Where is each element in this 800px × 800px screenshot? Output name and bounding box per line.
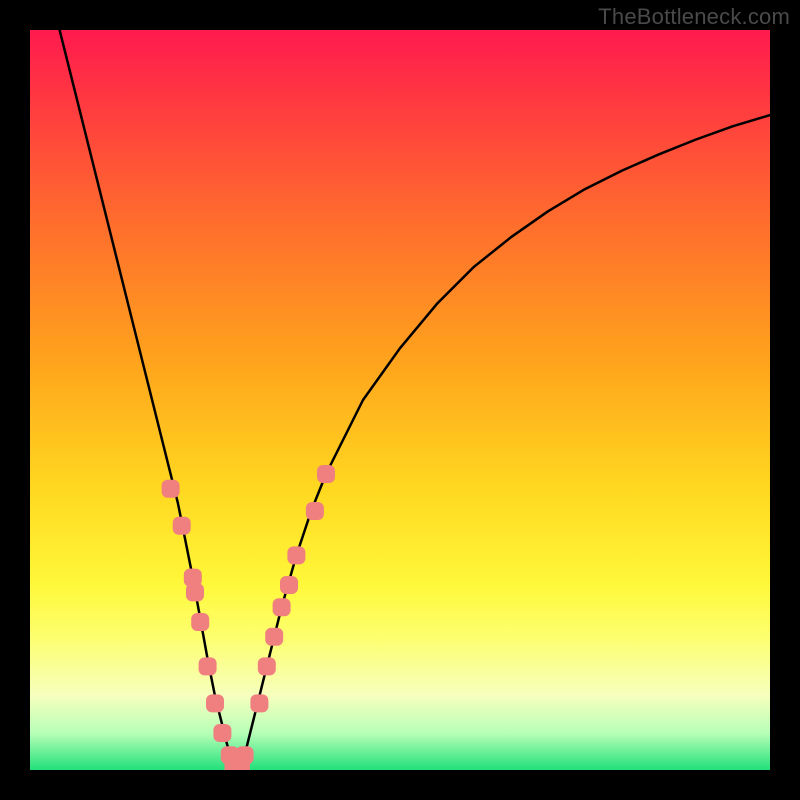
outer-frame: TheBottleneck.com [0,0,800,800]
marker-point [206,694,224,712]
marker-point [186,583,204,601]
marker-point [273,598,291,616]
marker-point [265,628,283,646]
marker-point [213,724,231,742]
marker-point [287,546,305,564]
marker-point [258,657,276,675]
marker-point [306,502,324,520]
chart-plot-area [30,30,770,770]
marker-point [317,465,335,483]
marker-point [162,480,180,498]
marker-point [199,657,217,675]
watermark-text: TheBottleneck.com [598,4,790,30]
bottleneck-curve [60,30,770,770]
marker-point [250,694,268,712]
marker-point [232,757,250,770]
chart-svg [30,30,770,770]
marker-point [280,576,298,594]
marker-point [191,613,209,631]
marker-point [173,517,191,535]
